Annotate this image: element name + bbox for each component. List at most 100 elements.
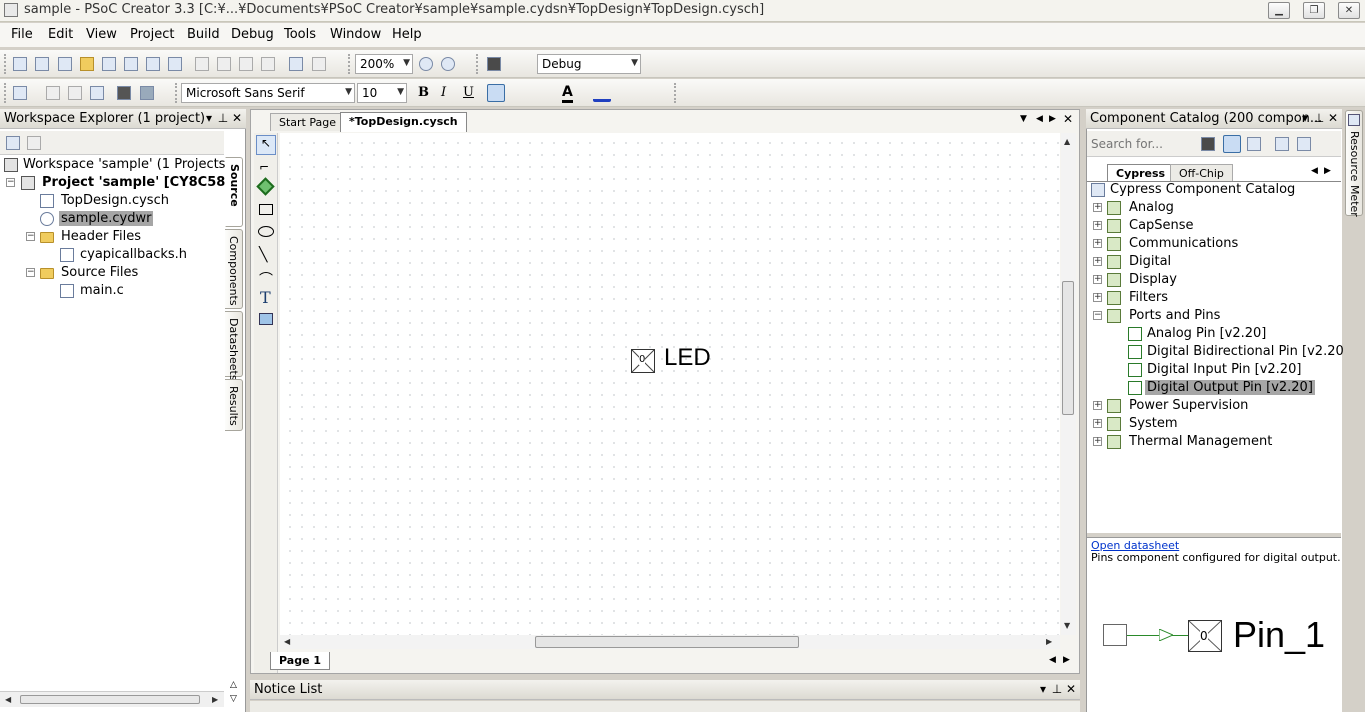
tab-source[interactable]: Source (225, 157, 243, 227)
canvas-vscrollbar[interactable]: ▲ ▼ (1061, 133, 1076, 635)
program-chip-icon[interactable] (115, 84, 133, 102)
tab-off-chip[interactable]: Off-Chip (1170, 164, 1233, 182)
scroll-tabs-right-icon[interactable]: ▶ (1049, 114, 1056, 124)
collapse-icon[interactable]: − (1093, 311, 1102, 320)
redo-icon[interactable] (310, 55, 328, 73)
add-item-icon[interactable] (56, 55, 74, 73)
find-icon[interactable] (485, 55, 503, 73)
catalog-view-icon[interactable] (1245, 135, 1263, 153)
scroll-thumb[interactable] (535, 636, 799, 648)
chevron-down-icon[interactable]: ▾ (1298, 111, 1312, 125)
tab-components[interactable]: Components (225, 229, 243, 309)
scroll-tabs-left-icon[interactable]: ◀ (1036, 114, 1043, 124)
font-size-combo[interactable]: 10 ▼ (357, 83, 407, 103)
menu-help[interactable]: Help (392, 27, 422, 42)
toolbar-grip[interactable] (674, 83, 677, 103)
remove-icon[interactable] (1295, 135, 1313, 153)
copy-icon[interactable] (215, 55, 233, 73)
build-icon[interactable] (44, 84, 62, 102)
expand-icon[interactable]: + (1093, 257, 1102, 266)
expand-icon[interactable]: + (1093, 239, 1102, 248)
text-color-button[interactable]: A (562, 84, 573, 103)
tab-datasheets[interactable]: Datasheets (225, 311, 243, 381)
collapse-icon[interactable]: − (26, 268, 35, 277)
scroll-thumb[interactable] (1062, 281, 1074, 415)
expand-icon[interactable]: + (1093, 275, 1102, 284)
collapse-icon[interactable]: − (6, 178, 15, 187)
add-to-design-icon[interactable] (1273, 135, 1291, 153)
grid-icon[interactable] (11, 84, 29, 102)
print-preview-icon[interactable] (166, 55, 184, 73)
toolbar-grip[interactable] (4, 54, 7, 74)
expand-icon[interactable]: + (1093, 293, 1102, 302)
ellipse-tool-icon[interactable] (258, 226, 274, 237)
collapse-icon[interactable]: − (26, 232, 35, 241)
scroll-up-icon[interactable]: △ (230, 680, 237, 690)
tab-start-page[interactable]: Start Page (270, 113, 345, 131)
line-color-icon[interactable] (593, 84, 611, 102)
clean-icon[interactable] (66, 84, 84, 102)
font-family-combo[interactable]: Microsoft Sans Serif ▼ (181, 83, 355, 103)
fill-color-icon[interactable] (624, 84, 642, 102)
close-icon[interactable]: ✕ (1063, 112, 1073, 126)
delete-icon[interactable] (259, 55, 277, 73)
schematic-canvas[interactable]: 0 LED (280, 133, 1060, 635)
chevron-down-icon[interactable]: ▼ (1020, 114, 1027, 124)
new-project-icon[interactable] (11, 55, 29, 73)
catalog-search-input[interactable] (1089, 134, 1197, 154)
expand-icon[interactable]: + (1093, 221, 1102, 230)
menu-project[interactable]: Project (130, 27, 174, 42)
pin-icon[interactable]: ⊥ (216, 111, 230, 125)
scroll-tabs-right-icon[interactable]: ▶ (1324, 166, 1331, 176)
led-label[interactable]: LED (664, 344, 711, 372)
save-icon[interactable] (100, 55, 118, 73)
italic-button[interactable]: I (441, 85, 446, 100)
scroll-down-icon[interactable]: ▽ (230, 694, 237, 704)
zoom-out-icon[interactable] (439, 55, 457, 73)
close-icon[interactable]: ✕ (1326, 111, 1340, 125)
scroll-down-icon[interactable]: ▼ (1064, 621, 1070, 630)
zoom-in-icon[interactable] (417, 55, 435, 73)
chevron-down-icon[interactable]: ▾ (1036, 682, 1050, 696)
binoculars-icon[interactable] (1199, 135, 1217, 153)
save-all-icon[interactable] (122, 55, 140, 73)
restore-button[interactable]: ❐ (1303, 2, 1325, 19)
led-pin-symbol[interactable]: 0 (631, 349, 655, 373)
scroll-tabs-left-icon[interactable]: ◀ (1311, 166, 1318, 176)
wire-tool-icon[interactable]: ⌐ (259, 160, 269, 174)
print-icon[interactable] (144, 55, 162, 73)
pin-icon[interactable]: ⊥ (1050, 682, 1064, 696)
tab-results[interactable]: Results (225, 379, 243, 431)
canvas-hscrollbar[interactable]: ◀ ▶ (280, 635, 1060, 649)
close-icon[interactable]: ✕ (1064, 682, 1078, 696)
bold-button[interactable]: B (418, 85, 429, 100)
generate-icon[interactable] (88, 84, 106, 102)
close-button[interactable]: ✕ (1338, 2, 1360, 19)
scroll-pages-right-icon[interactable]: ▶ (1063, 655, 1070, 665)
minimize-button[interactable]: ▁ (1268, 2, 1290, 19)
pointer-tool-icon[interactable]: ↖ (256, 135, 276, 155)
expand-icon[interactable]: + (1093, 437, 1102, 446)
open-folder-icon[interactable] (78, 55, 96, 73)
tab-resource-meter[interactable]: Resource Meter (1345, 110, 1363, 217)
scroll-right-icon[interactable]: ▶ (212, 695, 218, 704)
underline-button[interactable]: U (463, 85, 474, 100)
expand-icon[interactable]: + (1093, 401, 1102, 410)
arc-tool-icon[interactable]: ⌒ (259, 269, 273, 289)
zoom-combo[interactable]: 200% ▼ (355, 54, 413, 74)
menu-debug[interactable]: Debug (231, 27, 274, 42)
line-tool-icon[interactable]: ╲ (259, 247, 267, 263)
rectangle-tool-icon[interactable] (259, 204, 273, 215)
tab-cypress[interactable]: Cypress (1107, 164, 1175, 182)
cut-icon[interactable] (193, 55, 211, 73)
properties-icon[interactable] (4, 134, 22, 152)
component-tool-icon[interactable] (256, 177, 275, 196)
toolbar-grip[interactable] (175, 83, 178, 103)
image-tool-icon[interactable] (259, 313, 273, 325)
debug-bug-icon[interactable] (138, 84, 156, 102)
toolbar-grip[interactable] (476, 54, 479, 74)
menu-window[interactable]: Window (330, 27, 381, 42)
collapse-all-icon[interactable] (25, 134, 43, 152)
toolbar-grip[interactable] (4, 83, 7, 103)
scroll-left-icon[interactable]: ◀ (5, 695, 11, 704)
